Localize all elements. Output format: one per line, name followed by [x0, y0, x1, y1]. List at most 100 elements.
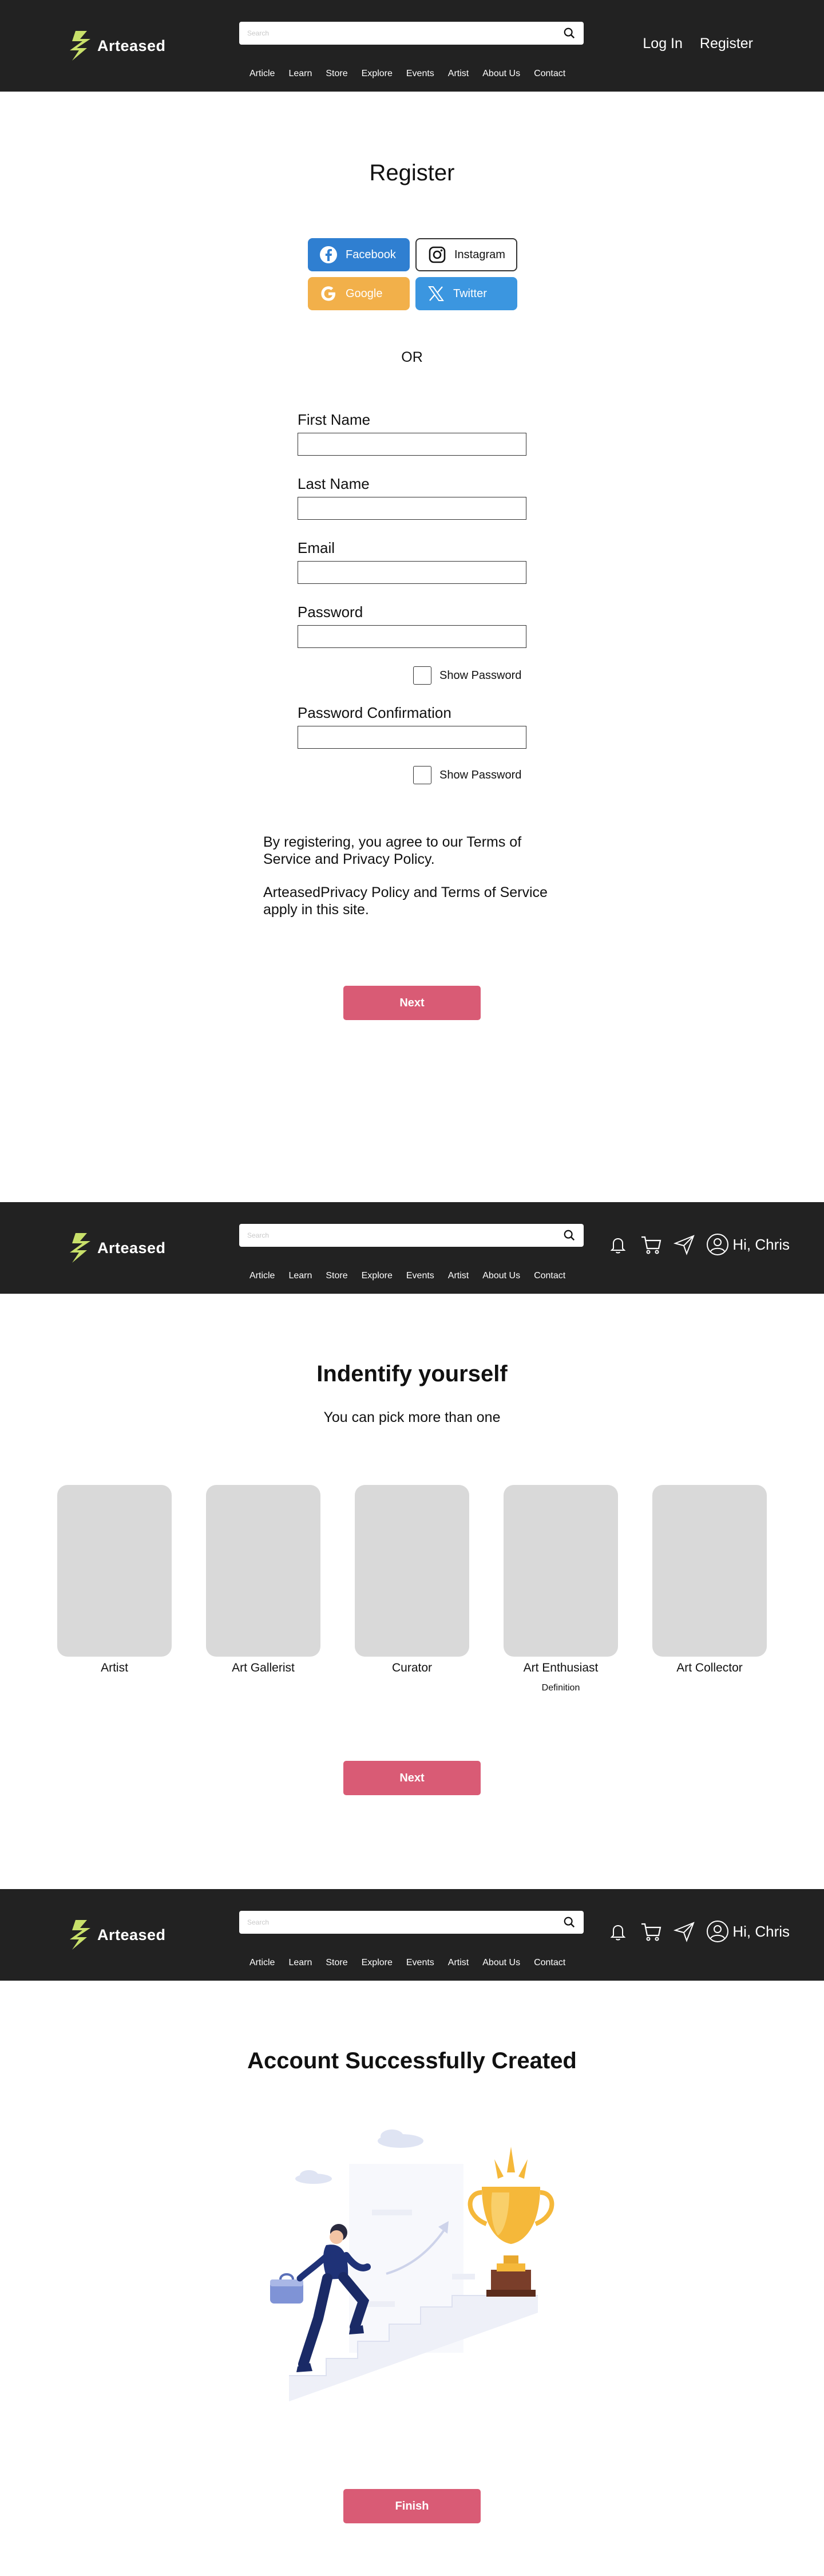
- logo-mark-icon: [70, 31, 90, 61]
- role-label-art-enthusiast: Art Enthusiast: [523, 1661, 599, 1674]
- register-link[interactable]: Register: [700, 35, 753, 52]
- search-icon[interactable]: [563, 1916, 576, 1929]
- show-password-confirmation-checkbox[interactable]: [413, 766, 431, 784]
- main-nav: Article Learn Store Explore Events Artis…: [249, 69, 579, 79]
- user-greeting[interactable]: Hi, Chris: [732, 1923, 790, 1941]
- nav-article[interactable]: Article: [249, 1958, 275, 1968]
- identify-subtitle: You can pick more than one: [323, 1409, 501, 1425]
- search-input[interactable]: [247, 1231, 563, 1239]
- google-label: Google: [346, 287, 383, 300]
- logo-text: Arteased: [97, 37, 166, 54]
- nav-contact[interactable]: Contact: [534, 1271, 565, 1281]
- nav-artist[interactable]: Artist: [448, 1958, 469, 1968]
- facebook-button[interactable]: Facebook: [308, 238, 410, 271]
- role-card-art-gallerist[interactable]: [206, 1485, 320, 1657]
- nav-events[interactable]: Events: [406, 1958, 434, 1968]
- bell-icon[interactable]: [607, 1920, 629, 1943]
- logo-mark-icon: [70, 1233, 90, 1263]
- user-toolbar: Hi, Chris: [607, 1920, 790, 1943]
- search-bar[interactable]: [239, 1911, 584, 1934]
- bell-icon[interactable]: [607, 1233, 629, 1256]
- or-divider: OR: [401, 349, 423, 365]
- twitter-button[interactable]: Twitter: [415, 277, 517, 310]
- page-title-register: Register: [369, 160, 455, 185]
- nav-about-us[interactable]: About Us: [482, 1271, 520, 1281]
- role-label-art-gallerist: Art Gallerist: [232, 1661, 295, 1674]
- show-password-checkbox[interactable]: [413, 666, 431, 685]
- auth-links: Log In Register: [643, 35, 753, 52]
- role-card-curator[interactable]: [355, 1485, 469, 1657]
- nav-artist[interactable]: Artist: [448, 69, 469, 79]
- nav-store[interactable]: Store: [326, 1958, 347, 1968]
- instagram-button[interactable]: Instagram: [415, 238, 517, 271]
- facebook-icon: [320, 246, 337, 263]
- user-icon[interactable]: [706, 1920, 729, 1943]
- main-nav: Article Learn Store Explore Events Artis…: [249, 1271, 579, 1281]
- nav-explore[interactable]: Explore: [362, 1271, 393, 1281]
- password-confirmation-label: Password Confirmation: [298, 704, 451, 721]
- role-card-art-collector[interactable]: [652, 1485, 767, 1657]
- search-input[interactable]: [247, 1918, 563, 1926]
- send-icon[interactable]: [673, 1920, 696, 1943]
- search-bar[interactable]: [239, 22, 584, 45]
- user-greeting[interactable]: Hi, Chris: [732, 1236, 790, 1254]
- search-input[interactable]: [247, 29, 563, 37]
- search-icon[interactable]: [563, 1229, 576, 1242]
- nav-explore[interactable]: Explore: [362, 1958, 393, 1968]
- password-field[interactable]: [298, 625, 526, 648]
- role-card-art-enthusiast[interactable]: [504, 1485, 618, 1657]
- email-field[interactable]: [298, 561, 526, 584]
- first-name-field[interactable]: [298, 433, 526, 456]
- site-header-logged-in: Arteased Article Learn Store Explore Eve…: [0, 1202, 824, 1294]
- nav-article[interactable]: Article: [249, 69, 275, 79]
- nav-contact[interactable]: Contact: [534, 69, 565, 79]
- login-link[interactable]: Log In: [643, 35, 683, 52]
- nav-article[interactable]: Article: [249, 1271, 275, 1281]
- site-header: Arteased Article Learn Store Explore Eve…: [0, 0, 824, 92]
- success-illustration: [270, 2129, 554, 2401]
- main-nav: Article Learn Store Explore Events Artis…: [249, 1958, 579, 1968]
- show-password-confirmation-label: Show Password: [439, 768, 522, 781]
- logo-mark-icon: [70, 1920, 90, 1950]
- nav-explore[interactable]: Explore: [362, 69, 393, 79]
- logo[interactable]: Arteased: [68, 29, 166, 63]
- finish-button[interactable]: Finish: [343, 2489, 481, 2523]
- show-password-confirmation-toggle[interactable]: Show Password: [413, 766, 521, 784]
- nav-artist[interactable]: Artist: [448, 1271, 469, 1281]
- google-icon: [321, 286, 335, 301]
- send-icon[interactable]: [673, 1233, 696, 1256]
- email-label: Email: [298, 539, 335, 556]
- cart-icon[interactable]: [640, 1920, 663, 1943]
- role-label-artist: Artist: [101, 1661, 128, 1674]
- logo[interactable]: Arteased: [68, 1231, 166, 1265]
- nav-store[interactable]: Store: [326, 1271, 347, 1281]
- show-password-toggle[interactable]: Show Password: [413, 666, 521, 685]
- search-icon[interactable]: [563, 27, 576, 39]
- role-card-artist[interactable]: [57, 1485, 172, 1657]
- nav-contact[interactable]: Contact: [534, 1958, 565, 1968]
- role-label-art-collector: Art Collector: [676, 1661, 743, 1674]
- register-next-button[interactable]: Next: [343, 986, 481, 1020]
- nav-events[interactable]: Events: [406, 69, 434, 79]
- user-icon[interactable]: [706, 1233, 729, 1256]
- twitter-label: Twitter: [453, 287, 487, 300]
- nav-about-us[interactable]: About Us: [482, 69, 520, 79]
- nav-events[interactable]: Events: [406, 1271, 434, 1281]
- nav-learn[interactable]: Learn: [288, 1958, 312, 1968]
- nav-about-us[interactable]: About Us: [482, 1958, 520, 1968]
- google-button[interactable]: Google: [308, 277, 410, 310]
- logo[interactable]: Arteased: [68, 1918, 166, 1952]
- show-password-label: Show Password: [439, 669, 522, 682]
- nav-store[interactable]: Store: [326, 69, 347, 79]
- site-header-logged-in: Arteased Article Learn Store Explore Eve…: [0, 1889, 824, 1981]
- identify-next-button[interactable]: Next: [343, 1761, 481, 1795]
- password-confirmation-field[interactable]: [298, 726, 526, 749]
- last-name-field[interactable]: [298, 497, 526, 520]
- instagram-label: Instagram: [454, 248, 505, 261]
- search-bar[interactable]: [239, 1224, 584, 1247]
- nav-learn[interactable]: Learn: [288, 1271, 312, 1281]
- cart-icon[interactable]: [640, 1233, 663, 1256]
- nav-learn[interactable]: Learn: [288, 69, 312, 79]
- user-toolbar: Hi, Chris: [607, 1233, 790, 1256]
- password-label: Password: [298, 603, 363, 621]
